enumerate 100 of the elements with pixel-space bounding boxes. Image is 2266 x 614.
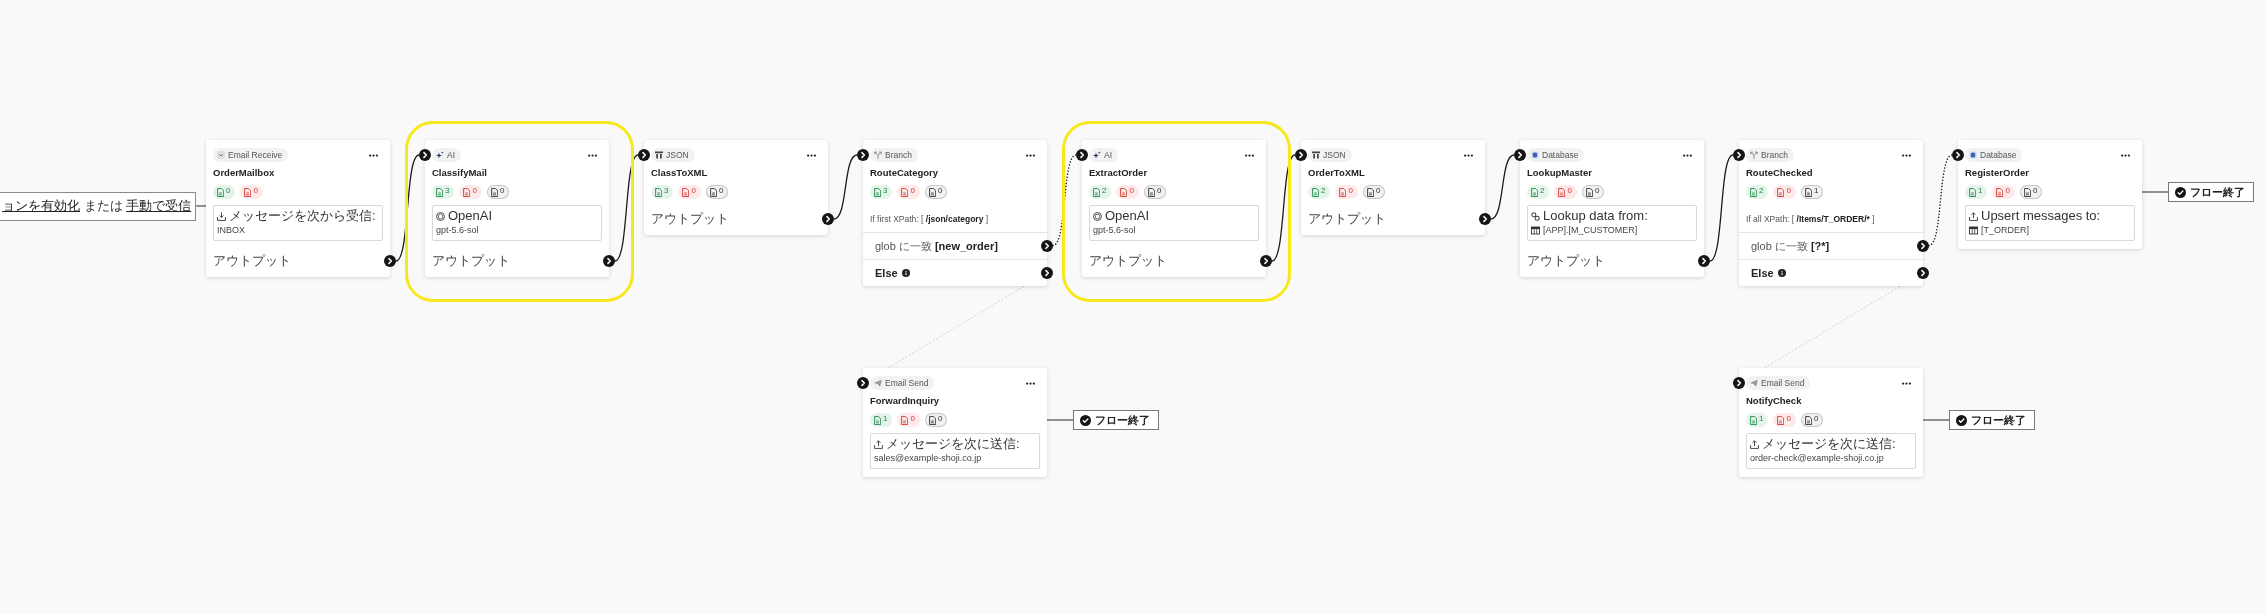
knot-icon bbox=[1093, 211, 1102, 221]
output-label: アウトプット bbox=[1308, 211, 1386, 226]
more-icon[interactable] bbox=[588, 153, 597, 157]
flow-end-label: フロー終了 bbox=[1971, 412, 2026, 428]
chevron-circle-icon[interactable] bbox=[1917, 239, 1929, 252]
detail-text: gpt-5.6-sol bbox=[436, 224, 479, 237]
node-card[interactable]: AI ClassifyMail 3 0 0 OpenAI gpt-5.6-sol アウトプット bbox=[425, 140, 609, 277]
detail-text: [T_ORDER] bbox=[1981, 224, 2029, 237]
chevron-circle-icon[interactable] bbox=[638, 149, 650, 161]
flow-end-label: フロー終了 bbox=[2190, 184, 2245, 200]
info-icon bbox=[901, 269, 910, 277]
more-icon[interactable] bbox=[807, 153, 816, 157]
chevron-circle-icon[interactable] bbox=[603, 255, 615, 267]
else-label: Else bbox=[875, 265, 898, 281]
chevron-circle-icon[interactable] bbox=[1076, 149, 1088, 161]
node-card[interactable]: JSON ClassToXML 3 0 0 アウトプット bbox=[644, 140, 828, 235]
more-icon[interactable] bbox=[1245, 153, 1254, 157]
count-value: 3 bbox=[445, 187, 450, 195]
chain-link-icon bbox=[1531, 211, 1540, 221]
else-label: Else bbox=[1751, 265, 1774, 281]
chevron-circle-icon[interactable] bbox=[1733, 149, 1745, 161]
xpath-condition-text: If all XPath: [ /Items/T_ORDER/* ] bbox=[1746, 213, 1876, 226]
chevron-circle-icon[interactable] bbox=[857, 377, 869, 389]
node-title: OrderToXML bbox=[1308, 166, 1366, 179]
chevron-circle-icon[interactable] bbox=[419, 149, 431, 161]
node-title: OrderMailbox bbox=[213, 166, 276, 179]
chevron-circle-icon[interactable] bbox=[1479, 213, 1491, 225]
detail-text: Lookup data from: bbox=[1543, 208, 1648, 224]
count-value: 0 bbox=[226, 187, 231, 195]
chevron-circle-icon[interactable] bbox=[1041, 266, 1053, 279]
file-icon bbox=[1777, 415, 1785, 425]
fork-arrows-icon bbox=[1750, 151, 1758, 159]
paper-plane-icon bbox=[1750, 379, 1758, 387]
text-link[interactable]: ョンを有効化 bbox=[2, 198, 80, 214]
node-type-label: AI bbox=[447, 149, 456, 162]
count-value: 2 bbox=[1759, 187, 1764, 195]
count-value: 0 bbox=[1786, 187, 1791, 195]
node-card[interactable]: Email Receive OrderMailbox 0 0 メッセージを次から受信: INBOX アウトプット bbox=[206, 140, 390, 277]
node-card[interactable]: Database RegisterOrder 1 0 0 Upsert messages to: [T_ORDER] bbox=[1958, 140, 2142, 249]
node-type-label: Email Send bbox=[1761, 377, 1805, 390]
node-card[interactable]: JSON OrderToXML 2 0 0 アウトプット bbox=[1301, 140, 1485, 235]
node-title: ForwardInquiry bbox=[870, 394, 941, 407]
chevron-circle-icon[interactable] bbox=[1698, 255, 1710, 267]
more-icon[interactable] bbox=[1464, 153, 1473, 157]
more-icon[interactable] bbox=[1683, 153, 1692, 157]
chevron-circle-icon[interactable] bbox=[1041, 239, 1053, 252]
node-card[interactable]: Branch RouteChecked 2 0 1 If all XPath: [ /Items/T_ORDER/* ] glob に一致 [?*] Else bbox=[1739, 140, 1923, 286]
check-circle-icon bbox=[1080, 414, 1091, 426]
detail-text: OpenAI bbox=[1105, 208, 1150, 224]
count-value: 2 bbox=[1540, 187, 1545, 195]
file-icon bbox=[1804, 415, 1812, 425]
more-icon[interactable] bbox=[369, 153, 378, 157]
more-icon[interactable] bbox=[1902, 381, 1911, 385]
connector-line bbox=[833, 154, 858, 220]
file-icon bbox=[1120, 187, 1128, 197]
detail-text: gpt-5.6-sol bbox=[1093, 224, 1136, 237]
more-icon[interactable] bbox=[1026, 381, 1035, 385]
file-icon bbox=[655, 187, 662, 197]
node-title: ClassifyMail bbox=[432, 166, 488, 179]
node-title: RouteChecked bbox=[1746, 166, 1814, 179]
node-card[interactable]: Database LookupMaster 2 0 0 Lookup data from: [APP].[M_CUSTOMER] アウトプット bbox=[1520, 140, 1704, 277]
chevron-circle-icon[interactable] bbox=[1514, 149, 1526, 161]
chevron-circle-icon[interactable] bbox=[822, 213, 834, 225]
count-value: 0 bbox=[2005, 187, 2010, 195]
count-value: 0 bbox=[1567, 187, 1572, 195]
file-icon bbox=[901, 415, 909, 425]
chevron-circle-icon[interactable] bbox=[1260, 255, 1272, 267]
detail-text: メッセージを次に送信: bbox=[1762, 436, 1896, 452]
text-link[interactable]: 手動で受信 bbox=[126, 198, 192, 214]
more-icon[interactable] bbox=[1902, 153, 1911, 157]
flow-end-label: フロー終了 bbox=[1095, 412, 1150, 428]
node-title: ExtractOrder bbox=[1089, 166, 1149, 179]
chevron-down-icon bbox=[217, 151, 225, 159]
count-value: 0 bbox=[910, 187, 915, 195]
chevron-circle-icon[interactable] bbox=[1295, 149, 1307, 161]
node-type-label: JSON bbox=[1323, 149, 1346, 162]
count-value: 0 bbox=[2032, 187, 2038, 195]
count-value: 1 bbox=[1978, 187, 1983, 195]
chevron-circle-icon[interactable] bbox=[1952, 149, 1964, 161]
count-value: 1 bbox=[1813, 187, 1819, 195]
count-value: 0 bbox=[1129, 187, 1134, 195]
node-type-label: AI bbox=[1104, 149, 1113, 162]
detail-text: sales@example-shoji.co.jp bbox=[874, 452, 982, 465]
node-card[interactable]: Email Send NotifyCheck 1 0 0 メッセージを次に送信: order-check@example-shoji.co.jp bbox=[1739, 368, 1923, 477]
chevron-circle-icon[interactable] bbox=[384, 255, 396, 267]
more-icon[interactable] bbox=[2121, 153, 2130, 157]
chevron-circle-icon[interactable] bbox=[1917, 266, 1929, 279]
more-icon[interactable] bbox=[1026, 153, 1035, 157]
count-value: 2 bbox=[1321, 187, 1326, 195]
file-icon bbox=[1339, 187, 1347, 197]
file-icon bbox=[1531, 187, 1538, 197]
count-value: 0 bbox=[1348, 187, 1353, 195]
output-label: アウトプット bbox=[1527, 253, 1605, 268]
chevron-circle-icon[interactable] bbox=[1733, 377, 1745, 389]
node-card[interactable]: Branch RouteCategory 3 0 0 If first XPath: [ /json/category ] glob に一致 [new_order] Else bbox=[863, 140, 1047, 286]
node-card[interactable]: AI ExtractOrder 2 0 0 OpenAI gpt-5.6-sol アウトプット bbox=[1082, 140, 1266, 277]
chevron-circle-icon[interactable] bbox=[857, 149, 869, 161]
node-card[interactable]: Email Send ForwardInquiry 1 0 0 メッセージを次に送信: sales@example-shoji.co.jp bbox=[863, 368, 1047, 477]
count-value: 0 bbox=[1786, 415, 1791, 423]
database-icon bbox=[1531, 151, 1539, 159]
